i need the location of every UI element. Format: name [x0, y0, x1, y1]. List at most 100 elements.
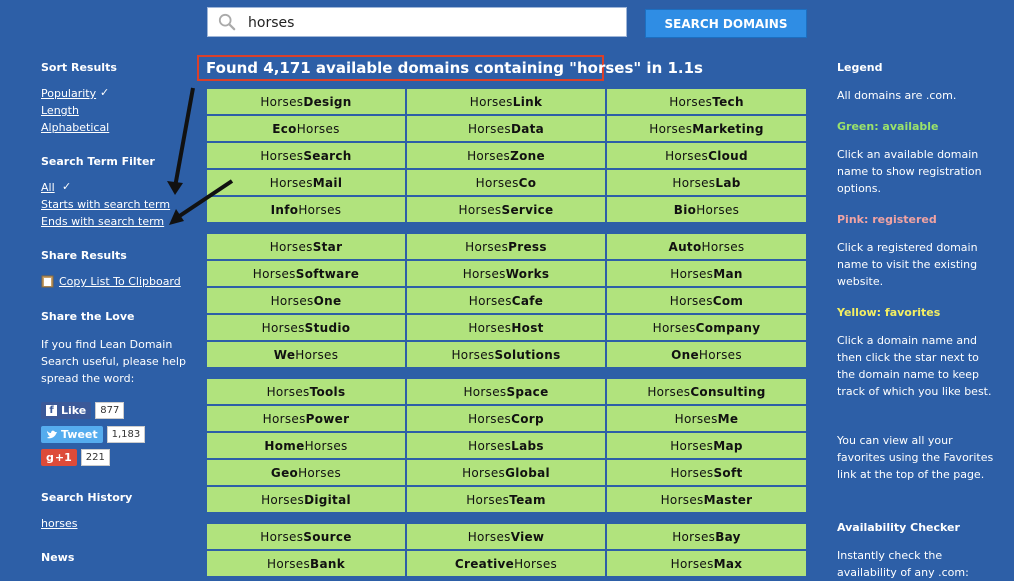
domain-result[interactable]: Horses Max — [607, 551, 806, 576]
facebook-icon: f — [46, 405, 57, 416]
domain-affix: Power — [305, 411, 350, 426]
domain-result[interactable]: Horses Bank — [207, 551, 405, 576]
domain-result[interactable]: Horses Team — [407, 487, 605, 512]
domain-result[interactable]: Auto Horses — [607, 234, 806, 259]
domain-affix: Auto — [668, 239, 702, 254]
search-input[interactable] — [246, 10, 620, 36]
domain-term: Horses — [296, 121, 340, 136]
google-plus-button[interactable]: g +1 — [41, 449, 77, 466]
domain-affix: Home — [264, 438, 305, 453]
google-plus[interactable]: g +1 221 — [41, 448, 110, 467]
domain-result[interactable]: Horses Works — [407, 261, 605, 286]
domain-term: Horses — [469, 94, 513, 109]
domain-result[interactable]: One Horses — [607, 342, 806, 367]
domain-result[interactable]: Horses Bay — [607, 524, 806, 549]
domain-result[interactable]: Horses Service — [407, 197, 605, 222]
filter-starts-link[interactable]: Starts with search term — [41, 198, 170, 211]
history-item-link[interactable]: horses — [41, 517, 77, 530]
search-box[interactable] — [207, 7, 627, 37]
plus-one-label: +1 — [54, 451, 72, 464]
domain-result[interactable]: Horses Company — [607, 315, 806, 340]
facebook-like[interactable]: f Like 877 — [41, 401, 125, 420]
domain-result[interactable]: Horses Labs — [407, 433, 605, 458]
domain-affix: Software — [295, 266, 360, 281]
domain-result[interactable]: Creative Horses — [407, 551, 605, 576]
legend-heading: Legend — [837, 61, 883, 74]
tweet-button[interactable]: Tweet — [41, 426, 103, 443]
domain-affix: Corp — [511, 411, 544, 426]
domain-term: Horses — [468, 320, 512, 335]
domain-term: Horses — [670, 465, 714, 480]
domain-result[interactable]: Horses Master — [607, 487, 806, 512]
domain-result[interactable]: Home Horses — [207, 433, 405, 458]
checker-heading: Availability Checker — [837, 521, 960, 534]
sort-popularity-link[interactable]: Popularity — [41, 87, 96, 100]
domain-result[interactable]: Horses View — [407, 524, 605, 549]
domain-result[interactable]: Horses Star — [207, 234, 405, 259]
domain-affix: Cafe — [511, 293, 544, 308]
domain-result[interactable]: Horses Man — [607, 261, 806, 286]
domain-result[interactable]: Bio Horses — [607, 197, 806, 222]
domain-affix: Lab — [715, 175, 741, 190]
domain-result[interactable]: Horses Marketing — [607, 116, 806, 141]
domain-affix: Cloud — [708, 148, 748, 163]
domain-result[interactable]: We Horses — [207, 342, 405, 367]
sort-length-link[interactable]: Length — [41, 104, 79, 117]
sort-alphabetical-link[interactable]: Alphabetical — [41, 121, 109, 134]
domain-result[interactable]: Horses Global — [407, 460, 605, 485]
domain-affix: View — [510, 529, 545, 544]
domain-term: Horses — [463, 384, 507, 399]
domain-result[interactable]: Horses Link — [407, 89, 605, 114]
domain-result[interactable]: Horses Tech — [607, 89, 806, 114]
domain-result[interactable]: Horses Soft — [607, 460, 806, 485]
domain-result[interactable]: Horses Space — [407, 379, 605, 404]
domain-result[interactable]: Horses Solutions — [407, 342, 605, 367]
love-heading: Share the Love — [41, 310, 135, 323]
twitter-tweet[interactable]: Tweet 1,183 — [41, 425, 146, 444]
domain-affix: Marketing — [692, 121, 764, 136]
domain-affix: Max — [713, 556, 743, 571]
domain-result[interactable]: Horses One — [207, 288, 405, 313]
domain-term: Horses — [260, 529, 304, 544]
domain-result[interactable]: Horses Software — [207, 261, 405, 286]
results-group: Horses Star Horses Press Auto Horses Horses Sof… — [207, 234, 806, 367]
domain-result[interactable]: Horses Corp — [407, 406, 605, 431]
twitter-bird-icon — [47, 430, 57, 438]
domain-result[interactable]: Horses Host — [407, 315, 605, 340]
annotation-arrows — [167, 87, 234, 225]
domain-result[interactable]: Horses Source — [207, 524, 405, 549]
domain-result[interactable]: Horses Me — [607, 406, 806, 431]
domain-result[interactable]: Geo Horses — [207, 460, 405, 485]
domain-result[interactable]: Horses Studio — [207, 315, 405, 340]
domain-result[interactable]: Horses Tools — [207, 379, 405, 404]
domain-result[interactable]: Horses Power — [207, 406, 405, 431]
filter-ends-link[interactable]: Ends with search term — [41, 215, 164, 228]
domain-term: Horses — [304, 438, 348, 453]
domain-result[interactable]: Horses Cloud — [607, 143, 806, 168]
domain-affix: Co — [518, 175, 537, 190]
domain-result[interactable]: Horses Press — [407, 234, 605, 259]
domain-result[interactable]: Horses Data — [407, 116, 605, 141]
search-domains-button[interactable]: SEARCH DOMAINS — [645, 9, 807, 38]
filter-all-link[interactable]: All — [41, 181, 55, 194]
domain-result[interactable]: Horses Consulting — [607, 379, 806, 404]
yellow-text: Click a domain name and then click the s… — [837, 334, 992, 398]
domain-result[interactable]: Horses Map — [607, 433, 806, 458]
domain-term: Horses — [298, 465, 342, 480]
domain-result[interactable]: Horses Zone — [407, 143, 605, 168]
plus-one-count: 221 — [80, 449, 110, 466]
copy-list-link[interactable]: Copy List To Clipboard — [59, 275, 181, 288]
domain-affix: Host — [511, 320, 544, 335]
domain-result[interactable]: Horses Com — [607, 288, 806, 313]
domain-result[interactable]: Horses Lab — [607, 170, 806, 195]
domain-result[interactable]: Horses Cafe — [407, 288, 605, 313]
domain-affix: Bank — [310, 556, 345, 571]
domain-result[interactable]: Horses Co — [407, 170, 605, 195]
domain-affix: Company — [695, 320, 761, 335]
filter-heading: Search Term Filter — [41, 155, 155, 168]
facebook-like-button[interactable]: f Like — [41, 402, 92, 419]
domain-affix: Design — [303, 94, 352, 109]
domain-result[interactable]: Horses Digital — [207, 487, 405, 512]
results-group: Horses Source Horses View Horses Bay Horses Ban… — [207, 524, 806, 576]
domain-affix: Digital — [304, 492, 351, 507]
